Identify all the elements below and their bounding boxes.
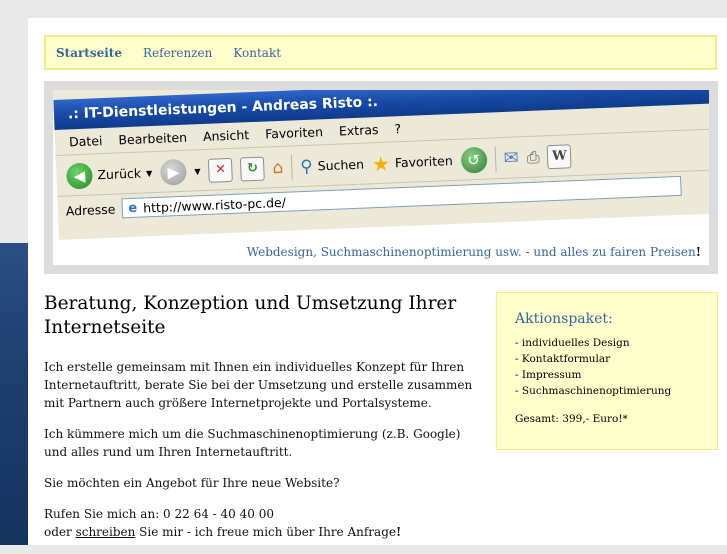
favorites-button: ★ Favoriten (371, 149, 453, 176)
address-label: Adresse (65, 201, 116, 219)
menu-favoriten: Favoriten (264, 124, 324, 142)
menu-extras: Extras (338, 121, 379, 139)
menu-bearbeiten: Bearbeiten (118, 129, 188, 148)
promo-title: Aktionspaket: (515, 311, 613, 327)
menu-ansicht: Ansicht (202, 127, 250, 145)
print-icon: ⎙ (526, 147, 540, 167)
page-container: Startseite Referenzen Kontakt .: IT-Dien… (28, 18, 727, 545)
tagline-exclamation: ! (695, 245, 701, 259)
back-label: Zurück (97, 165, 142, 183)
main-content: Ich erstelle gemeinsam mit Ihnen ein ind… (44, 358, 484, 554)
background-strip (0, 243, 28, 545)
promo-box: Aktionspaket: - individuelles Design - K… (496, 292, 718, 450)
list-item: - Impressum (515, 369, 582, 381)
browser-screenshot: .: IT-Dienstleistungen - Andreas Risto :… (53, 90, 709, 240)
menu-help: ? (394, 121, 402, 137)
nav-item-startseite[interactable]: Startseite (56, 46, 122, 60)
seo-paragraph: Ich kümmere mich um die Suchmaschinenopt… (44, 427, 461, 459)
refresh-icon: ↻ (240, 156, 266, 182)
dropdown-arrow-icon: ▾ (194, 163, 201, 179)
list-item: - individuelles Design (515, 337, 630, 349)
contact-prefix: oder (44, 525, 76, 539)
forward-arrow-icon: ▶ (159, 158, 187, 186)
list-item: - Kontaktformular (515, 353, 611, 365)
phone-line: Rufen Sie mich an: 0 22 64 - 40 40 00 (44, 507, 274, 521)
address-url: http://www.risto-pc.de/ (142, 194, 287, 215)
ie-page-icon: e (128, 200, 138, 216)
mail-icon: ✉ (503, 147, 520, 169)
promo-total: Gesamt: 399,- Euro!* (515, 413, 628, 425)
back-arrow-icon: ◀ (65, 161, 93, 190)
banner-image: .: IT-Dienstleistungen - Andreas Risto :… (53, 90, 709, 265)
search-button: ⚲ Suchen (299, 154, 365, 177)
write-link[interactable]: schreiben (76, 525, 136, 539)
search-icon: ⚲ (299, 156, 314, 177)
dropdown-arrow-icon: ▾ (145, 165, 153, 181)
menu-datei: Datei (68, 133, 103, 150)
favorites-label: Favoriten (394, 153, 454, 171)
offer-question: Sie möchten ein Angebot für Ihre neue We… (44, 476, 340, 490)
toolbar-separator (290, 153, 293, 180)
history-icon: ↺ (460, 146, 488, 174)
nav-item-referenzen[interactable]: Referenzen (143, 46, 212, 60)
contact-exclamation: ! (395, 525, 402, 539)
page-heading: Beratung, Konzeption und Umsetzung Ihrer… (44, 293, 457, 338)
promo-list: - individuelles Design - Kontaktformular… (515, 335, 699, 399)
toolbar-separator (494, 145, 497, 172)
tagline-text: Webdesign, Suchmaschinenoptimierung usw.… (246, 245, 696, 259)
home-icon: ⌂ (272, 157, 284, 178)
word-icon: W (547, 143, 573, 169)
list-item: - Suchmaschinenoptimierung (515, 385, 672, 397)
nav-item-kontakt[interactable]: Kontakt (233, 46, 281, 60)
contact-suffix: Sie mir - ich freue mich über Ihre Anfra… (135, 525, 396, 539)
star-icon: ★ (371, 151, 391, 176)
back-button: ◀ Zurück ▾ (65, 160, 153, 190)
contact-paragraph: Rufen Sie mich an: 0 22 64 - 40 40 00 od… (44, 505, 484, 541)
header-banner: .: IT-Dienstleistungen - Andreas Risto :… (44, 81, 718, 274)
search-label: Suchen (317, 156, 365, 174)
intro-paragraph: Ich erstelle gemeinsam mit Ihnen ein ind… (44, 360, 473, 410)
main-navigation: Startseite Referenzen Kontakt (44, 35, 717, 70)
stop-icon: ✕ (208, 157, 234, 183)
banner-tagline: Webdesign, Suchmaschinenoptimierung usw.… (247, 245, 701, 259)
